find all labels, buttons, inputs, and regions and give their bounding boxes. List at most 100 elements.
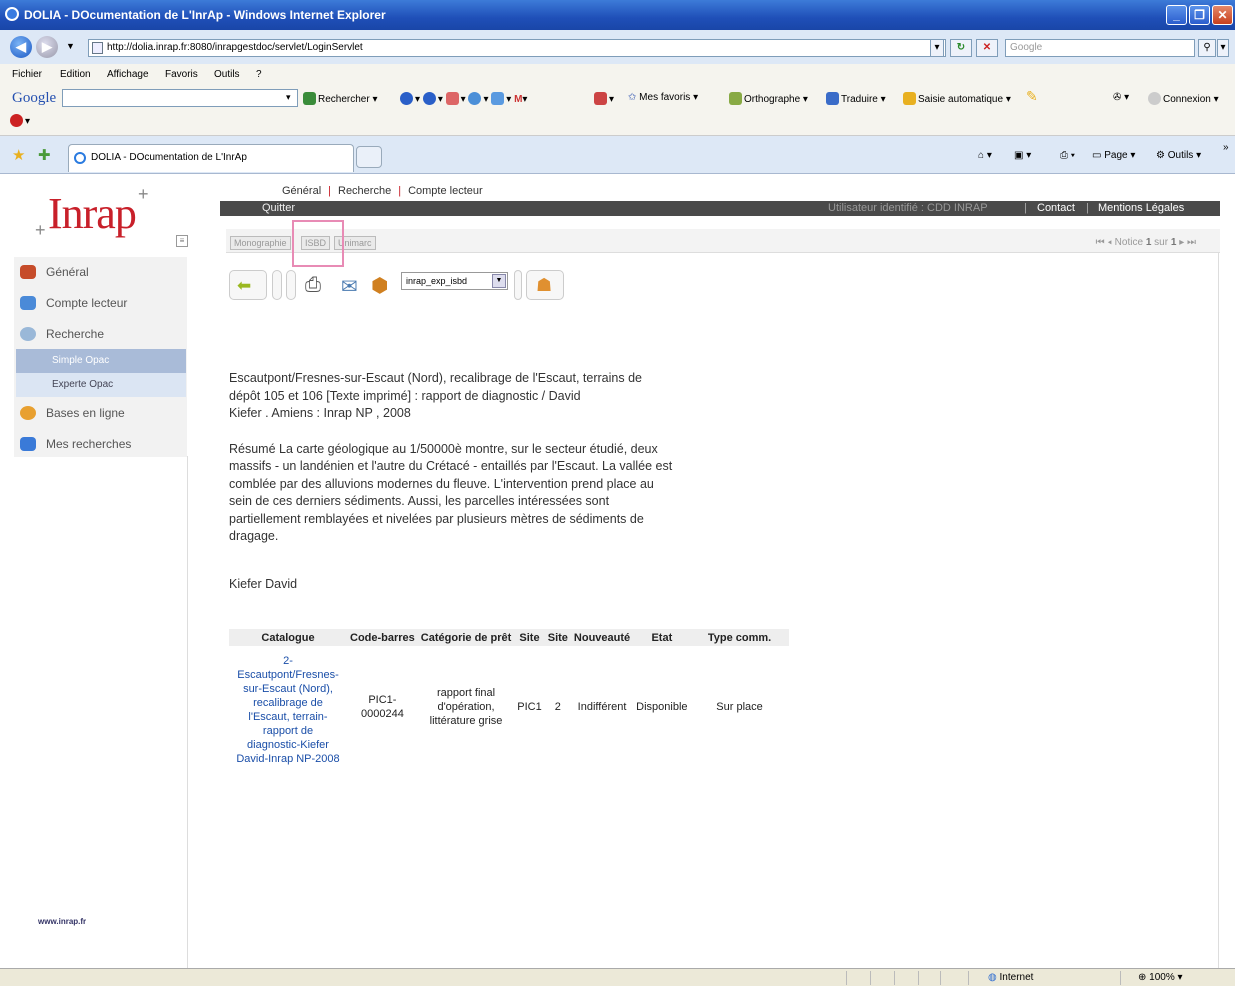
sidebar-item-mes-recherches[interactable]: Mes recherches xyxy=(14,429,187,459)
google-search-button[interactable]: Rechercher ▾ xyxy=(303,92,378,105)
toolbar-icons-group[interactable]: ▾ ▾ ▾ ▾ ▾ M▾ xyxy=(400,92,527,105)
cell-categorie: rapport final d'opération, littérature g… xyxy=(429,687,503,727)
page-menu[interactable]: ▭ Page ▾ xyxy=(1092,150,1135,161)
nav-general[interactable]: Général xyxy=(282,185,321,197)
email-record-icon[interactable]: ✉ xyxy=(341,274,358,299)
bar-separator: | xyxy=(1086,202,1089,214)
new-tab-button[interactable] xyxy=(356,146,382,168)
favorites-button[interactable]: ✩ Mes favoris ▾ xyxy=(628,92,698,103)
logo-plus-icon: + xyxy=(138,184,149,204)
nav-compte-lecteur[interactable]: Compte lecteur xyxy=(408,185,483,197)
menu-favoris[interactable]: Favoris xyxy=(165,69,198,80)
autofill-button[interactable]: Saisie automatique ▾ xyxy=(903,92,1011,105)
favorites-center-icon[interactable]: ★ xyxy=(12,146,25,164)
wrench-icon[interactable]: ✇ ▾ xyxy=(1113,92,1129,103)
translate-button[interactable]: Traduire ▾ xyxy=(826,92,886,105)
login-label: Connexion xyxy=(1163,94,1211,105)
sidebar-sub-label: Simple Opac xyxy=(52,355,110,366)
menu-bar: Fichier Edition Affichage Favoris Outils… xyxy=(0,64,1235,84)
zoom-control[interactable]: ⊕ 100% ▾ xyxy=(1138,972,1183,983)
table-header-row: Catalogue Code-barres Catégorie de prêt … xyxy=(229,629,789,646)
address-dropdown-icon[interactable]: ▾ xyxy=(930,39,944,57)
menu-fichier[interactable]: Fichier xyxy=(12,69,42,80)
back-button[interactable]: ◀ xyxy=(10,36,32,58)
search-options-icon[interactable]: ▾ xyxy=(1217,39,1229,57)
sidebar-item-compte-lecteur[interactable]: Compte lecteur xyxy=(14,288,187,318)
first-notice-icon[interactable]: ⏮ xyxy=(1096,237,1105,248)
history-dropdown-icon[interactable]: ▼ xyxy=(66,41,75,51)
star-icon xyxy=(20,437,36,451)
more-icon[interactable]: » xyxy=(1223,142,1229,153)
record-citation: Escautpont/Fresnes-sur-Escaut (Nord), re… xyxy=(229,371,642,420)
prev-notice-icon[interactable]: ◂ xyxy=(1107,237,1112,248)
sidebar-item-general[interactable]: Général xyxy=(14,257,187,287)
spelling-button[interactable]: Orthographe ▾ xyxy=(729,92,808,105)
feeds-icon[interactable]: ▣ ▾ xyxy=(1014,150,1031,161)
last-notice-icon[interactable]: ⏭ xyxy=(1187,237,1196,248)
search-icon[interactable]: ⚲ xyxy=(1198,39,1216,57)
address-field[interactable]: http://dolia.inrap.fr:8080/inrapgestdoc/… xyxy=(88,39,946,57)
print-icon[interactable]: ⎙ ▾ xyxy=(1060,150,1075,161)
highlight-icon[interactable]: ✎ xyxy=(1026,88,1038,105)
notice-of: sur xyxy=(1154,237,1169,248)
home-icon[interactable]: ⌂ ▾ xyxy=(978,150,992,161)
sidebar-item-recherche[interactable]: Recherche xyxy=(14,319,187,349)
page-content: Inrap + + Général | Recherche | Compte lecte… xyxy=(0,174,1235,968)
spelling-label: Orthographe xyxy=(744,94,801,105)
forward-button[interactable]: ▶ xyxy=(36,36,58,58)
sidebar-sub-simple-opac[interactable]: Simple Opac xyxy=(16,349,186,373)
print-record-icon[interactable]: ⎙ xyxy=(305,274,321,297)
back-to-list-button[interactable]: ⬅ xyxy=(229,270,267,300)
nav-recherche[interactable]: Recherche xyxy=(338,185,391,197)
users-icon xyxy=(20,296,36,310)
add-favorite-icon[interactable]: ✚ xyxy=(38,146,51,164)
sidebar-toggle-icon[interactable]: ≡ xyxy=(176,235,188,247)
contact-link[interactable]: Contact xyxy=(1037,202,1075,214)
record-abstract: Résumé La carte géologique au 1/50000è m… xyxy=(229,441,673,544)
inrap-logo[interactable]: Inrap xyxy=(48,188,137,239)
cell-catalogue-link[interactable]: 2- Escautpont/Fresnes- sur-Escaut (Nord)… xyxy=(229,646,347,768)
login-button[interactable]: Connexion ▾ xyxy=(1148,92,1219,105)
toolbar-spacer xyxy=(286,270,296,300)
col-catalogue: Catalogue xyxy=(229,629,347,646)
window-title: DOLIA - DOcumentation de L'InrAp - Windo… xyxy=(24,8,386,22)
blocker-icon xyxy=(594,92,607,105)
search-input[interactable]: Google xyxy=(1005,39,1195,57)
google-logo: Google xyxy=(12,90,57,106)
general-icon xyxy=(20,265,36,279)
maximize-button[interactable]: ❐ xyxy=(1189,5,1210,25)
menu-affichage[interactable]: Affichage xyxy=(107,69,149,80)
google-dropdown-icon[interactable]: ▾ xyxy=(286,92,291,103)
toolbar-spacer xyxy=(514,270,522,300)
menu-edition[interactable]: Edition xyxy=(60,69,91,80)
export-format-select[interactable]: inrap_exp_isbd ▼ xyxy=(401,272,508,290)
minimize-button[interactable]: _ xyxy=(1166,5,1187,25)
quit-link[interactable]: Quitter xyxy=(262,202,295,214)
website-link[interactable]: www.inrap.fr xyxy=(38,917,86,926)
basket-button[interactable]: ☗ xyxy=(526,270,564,300)
refresh-icon[interactable]: ↻ xyxy=(950,39,972,57)
bookmark-icon xyxy=(445,92,459,105)
status-cell xyxy=(846,971,847,985)
menu-help[interactable]: ? xyxy=(256,69,262,80)
tab-monographie[interactable]: Monographie xyxy=(230,236,291,250)
close-button[interactable]: ✕ xyxy=(1212,5,1233,25)
popup-blocker[interactable]: ▾ xyxy=(594,92,614,105)
sidebar-sub-experte-opac[interactable]: Experte Opac xyxy=(16,373,186,397)
sidebar-item-bases[interactable]: Bases en ligne xyxy=(14,398,187,428)
tools-menu[interactable]: ⚙ Outils ▾ xyxy=(1156,150,1201,161)
record-author[interactable]: Kiefer David xyxy=(229,577,297,591)
sidebar-sub-label: Experte Opac xyxy=(52,379,114,390)
top-nav: Général | Recherche | Compte lecteur xyxy=(282,185,483,197)
legal-link[interactable]: Mentions Légales xyxy=(1098,202,1184,214)
addon-icon[interactable]: ▾ xyxy=(10,114,30,127)
tab-dolia[interactable]: DOLIA - DOcumentation de L'InrAp xyxy=(68,144,354,172)
menu-outils[interactable]: Outils xyxy=(214,69,240,80)
notice-label: Notice xyxy=(1114,237,1144,248)
cell-etat: Disponible xyxy=(636,701,688,713)
stop-icon[interactable]: ✕ xyxy=(976,39,998,57)
next-notice-icon[interactable]: ▸ xyxy=(1179,237,1184,248)
google-search-input[interactable] xyxy=(62,89,298,107)
page-icon xyxy=(92,42,103,54)
export-record-icon[interactable]: ⬢ xyxy=(371,273,388,298)
